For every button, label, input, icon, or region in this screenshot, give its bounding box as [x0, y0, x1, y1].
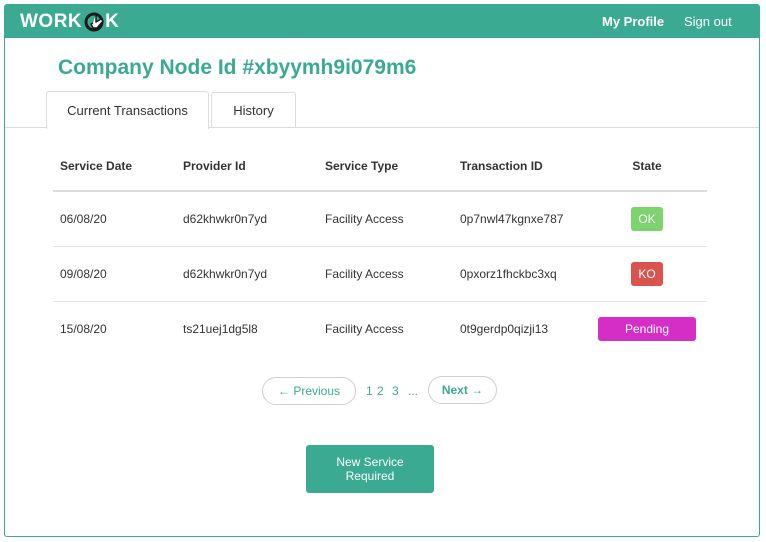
page-title: Company Node Id #xbyymh9i079m6 — [58, 56, 417, 79]
status-badge-ko: KO — [631, 261, 663, 286]
table-row[interactable]: 15/08/20 ts21uej1dg5l8 Facility Access 0… — [53, 301, 707, 356]
status-badge-pending: Pending — [598, 316, 696, 341]
cell-service-type: Facility Access — [325, 321, 404, 336]
table-header-row: Service Date Provider Id Service Type Tr… — [53, 142, 707, 192]
cell-provider-id: d62khwkr0n7yd — [176, 246, 318, 302]
cell-service-type: Facility Access — [318, 191, 453, 247]
column-header-service-type: Service Type — [318, 142, 453, 192]
table-row[interactable]: 06/08/20 d62khwkr0n7yd Facility Access 0… — [53, 191, 707, 247]
column-header-service-date: Service Date — [53, 142, 176, 192]
previous-page-button[interactable]: ← Previous — [262, 377, 356, 405]
logo-text-prefix: WORK — [20, 11, 83, 32]
cell-state: KO — [587, 246, 707, 302]
cell-service-date: 15/08/20 — [60, 321, 107, 336]
logo[interactable]: WORK K — [20, 11, 119, 33]
transactions-table: Service Date Provider Id Service Type Tr… — [53, 142, 707, 356]
cell-provider-id: ts21uej1dg5l8 — [183, 321, 258, 336]
cell-provider-id: d62khwkr0n7yd — [176, 191, 318, 247]
table-row[interactable]: 09/08/20 d62khwkr0n7yd Facility Access 0… — [53, 246, 707, 302]
cell-state: Pending — [587, 301, 707, 356]
pagination: ← Previous 1 2 3 ... Next → — [5, 376, 759, 407]
new-service-required-button[interactable]: New Service Required — [306, 445, 434, 493]
page-link-1[interactable]: 1 — [366, 384, 373, 398]
column-header-provider-id: Provider Id — [176, 142, 318, 192]
status-badge-ok: OK — [631, 206, 663, 231]
cell-transaction-id: 0p7nwl47kgnxe787 — [453, 191, 587, 247]
cell-service-date: 09/08/20 — [53, 246, 176, 302]
page-link-3[interactable]: 3 — [392, 384, 399, 398]
column-header-state: State — [587, 142, 707, 192]
tab-history[interactable]: History — [211, 92, 296, 128]
cell-transaction-id: 0pxorz1fhckbc3xq — [453, 246, 587, 302]
cell-transaction-id: 0t9gerdp0qizji13 — [460, 321, 549, 336]
page-ellipsis: ... — [408, 384, 419, 398]
logo-text-suffix: K — [105, 11, 120, 32]
logo-ok: K — [82, 11, 119, 33]
hand-cursor-icon — [84, 12, 104, 32]
cell-state: OK — [587, 191, 707, 247]
app-frame: WORK K My Profile Sign out Company Node … — [4, 4, 760, 537]
page-link-2[interactable]: 2 — [377, 384, 384, 398]
cell-service-date: 06/08/20 — [53, 191, 176, 247]
my-profile-link[interactable]: My Profile — [602, 14, 664, 29]
sign-out-link[interactable]: Sign out — [684, 14, 732, 29]
tab-current-transactions[interactable]: Current Transactions — [46, 91, 209, 129]
column-header-transaction-id: Transaction ID — [453, 142, 587, 192]
cell-service-type: Facility Access — [318, 246, 453, 302]
next-page-button[interactable]: Next → — [428, 376, 497, 404]
top-bar: WORK K My Profile Sign out — [5, 5, 759, 38]
